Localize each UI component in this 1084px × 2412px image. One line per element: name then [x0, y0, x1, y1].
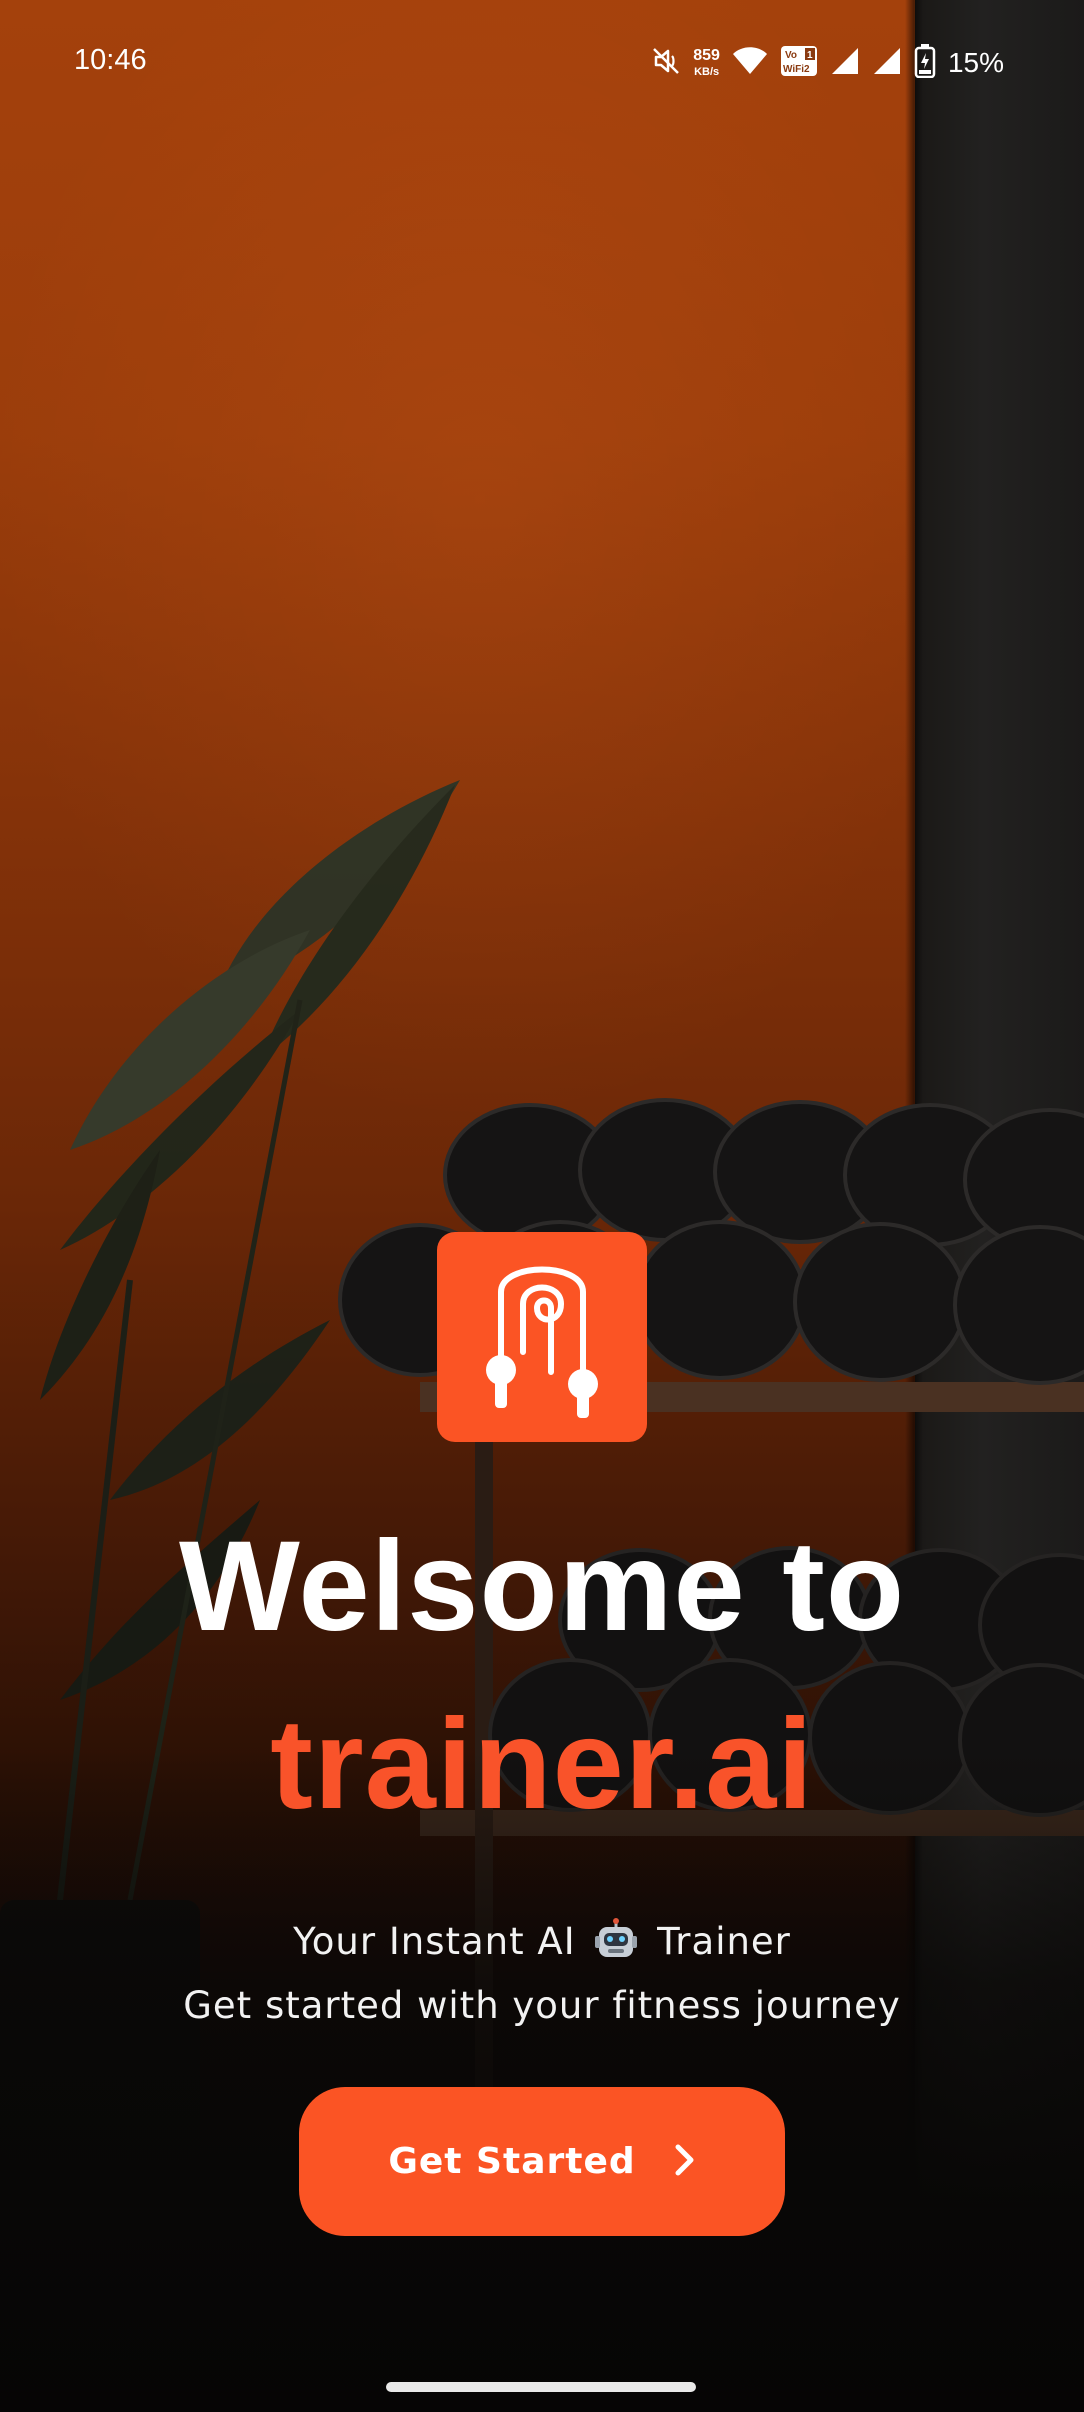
- tagline-line-1: Your Instant AI Trainer: [0, 1914, 1084, 1978]
- volte-badge-top: Vo: [785, 50, 797, 61]
- jump-rope-icon: [486, 1266, 598, 1418]
- bottom-gradient: [0, 1750, 1084, 2412]
- signal-icon: [830, 46, 860, 80]
- welcome-heading: Welsome to: [179, 1515, 905, 1658]
- app-logo: [437, 1232, 647, 1442]
- net-speed-unit: KB/s: [694, 66, 720, 78]
- net-speed-value: 859: [693, 47, 720, 64]
- vowifi-icon: Vo 1 WiFi2: [780, 45, 818, 81]
- status-time: 10:46: [74, 44, 147, 76]
- home-indicator[interactable]: [386, 2382, 696, 2392]
- tagline-line-2: Get started with your fitness journey: [183, 1984, 901, 2027]
- volte-badge-sub: 1: [807, 50, 813, 61]
- status-icons: 859 KB/s Vo 1 WiFi2 15%: [651, 40, 1004, 86]
- tagline-after: Trainer: [657, 1920, 791, 1963]
- brand-name: trainer.ai: [270, 1693, 814, 1836]
- get-started-label: Get Started: [388, 2141, 636, 2182]
- volte-badge-bottom: WiFi2: [783, 64, 810, 75]
- background-photo: [0, 0, 1084, 2412]
- status-bar: 10:46 859 KB/s Vo 1 WiFi2 15%: [0, 0, 1084, 124]
- signal-icon: [872, 46, 902, 80]
- robot-icon: [594, 1918, 638, 1978]
- tagline-before: Your Instant AI: [293, 1920, 576, 1963]
- wifi-icon: [732, 46, 768, 80]
- network-speed: 859 KB/s: [693, 48, 720, 78]
- chevron-right-icon: [674, 2143, 696, 2181]
- battery-percent: 15%: [947, 47, 1004, 78]
- battery-charging-icon: [914, 44, 936, 82]
- tagline: Your Instant AI Trainer Get started with…: [0, 1914, 1084, 2034]
- get-started-button[interactable]: Get Started: [299, 2087, 785, 2236]
- mute-icon: [651, 46, 681, 80]
